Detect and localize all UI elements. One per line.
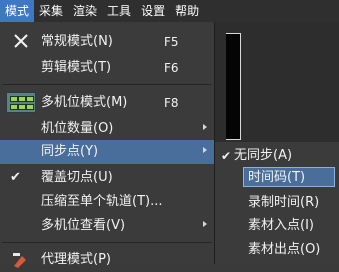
submenu-item-label: 无同步(A) (234, 148, 293, 163)
menu-item-normal-mode[interactable]: 常规模式(N) F5 (0, 30, 214, 54)
menu-item-overwrite-cuts[interactable]: ✔ 覆盖切点(U) (0, 166, 214, 190)
checkmark-icon: ✔ (221, 149, 232, 163)
menu-item-proxy-mode[interactable]: 代理模式(P) (0, 248, 214, 272)
submenu-arrow-icon (203, 221, 207, 227)
submenu-item-label: 录制时间(R) (248, 195, 320, 210)
submenu-item-record-time[interactable]: 录制时间(R) (215, 191, 339, 215)
menu-item-sync-point[interactable]: 同步点(Y) (0, 140, 214, 164)
menu-mode[interactable]: 模式 (0, 0, 35, 22)
menu-capture[interactable]: 采集 (34, 0, 68, 22)
submenu-item-clip-out[interactable]: 素材出点(O) (215, 238, 339, 262)
submenu-item-label: 素材出点(O) (248, 242, 321, 257)
multicam-icon (6, 92, 36, 113)
menu-item-camera-count[interactable]: 机位数量(O) (0, 117, 214, 141)
preview-frame (226, 33, 241, 140)
menu-item-edit-mode[interactable]: 剪辑模式(T) F6 (0, 56, 214, 80)
menu-item-shortcut: F5 (164, 35, 179, 49)
menu-tools[interactable]: 工具 (102, 0, 136, 22)
submenu-item-label: 时间码(T) (248, 170, 306, 185)
menu-render[interactable]: 渲染 (68, 0, 102, 22)
menu-item-label: 剪辑模式(T) (41, 60, 112, 75)
menu-item-label: 同步点(Y) (41, 144, 99, 159)
submenu-arrow-icon (203, 124, 207, 130)
menu-item-flatten-track[interactable]: 压缩至单个轨道(T)... (0, 190, 214, 214)
submenu-item-label: 素材入点(I) (248, 218, 314, 233)
menu-item-label: 常规模式(N) (41, 34, 113, 49)
proxy-icon (13, 253, 26, 268)
menu-item-label: 机位数量(O) (41, 121, 114, 136)
mode-dropdown-menu: 常规模式(N) F5 剪辑模式(T) F6 多机位模式(M) F8 机位数量(O… (0, 22, 215, 268)
menu-separator (2, 84, 212, 85)
menu-item-label: 代理模式(P) (41, 252, 111, 267)
menu-item-shortcut: F6 (164, 61, 179, 75)
submenu-item-timecode[interactable]: 时间码(T) (215, 166, 339, 190)
menu-item-multicam-view[interactable]: 多机位查看(V) (0, 214, 214, 238)
menu-item-multicam-mode[interactable]: 多机位模式(M) F8 (0, 91, 214, 115)
menu-item-label: 多机位查看(V) (41, 218, 126, 233)
checkmark-icon: ✔ (10, 170, 21, 185)
menu-item-label: 压缩至单个轨道(T)... (41, 194, 163, 209)
menu-item-label: 多机位模式(M) (41, 95, 128, 110)
menu-item-label: 覆盖切点(U) (41, 170, 113, 185)
menu-item-shortcut: F8 (164, 96, 179, 110)
menu-settings[interactable]: 设置 (136, 0, 170, 22)
submenu-arrow-icon (203, 147, 207, 153)
menu-help[interactable]: 帮助 (170, 0, 204, 22)
submenu-item-no-sync[interactable]: ✔ 无同步(A) (215, 144, 339, 168)
close-x-icon (14, 34, 28, 48)
sync-point-submenu: ✔ 无同步(A) 时间码(T) 录制时间(R) 素材入点(I) 素材出点(O) (214, 142, 339, 264)
submenu-item-clip-in[interactable]: 素材入点(I) (215, 214, 339, 238)
menu-bar: 模式 采集 渲染 工具 设置 帮助 (0, 0, 339, 23)
menu-separator (2, 242, 212, 243)
